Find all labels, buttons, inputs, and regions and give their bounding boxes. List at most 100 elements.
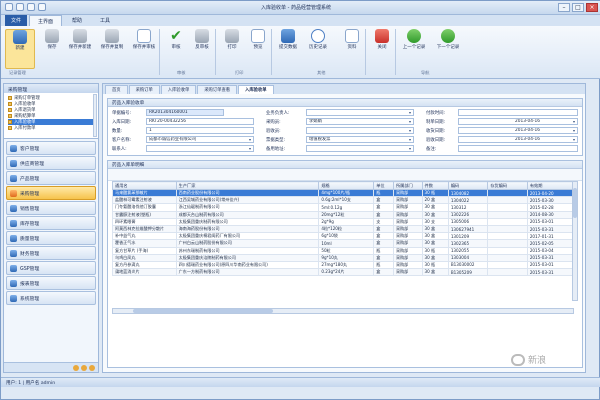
table-cell[interactable]: 30 瓶 bbox=[421, 246, 449, 255]
nav-purchase[interactable]: 采购管理 bbox=[6, 186, 96, 200]
table-cell[interactable]: 盒 bbox=[373, 203, 394, 212]
table-cell[interactable]: 2015-03-01 bbox=[526, 217, 575, 226]
save-and-new-button[interactable]: 保存并新建 bbox=[65, 29, 95, 69]
table-cell[interactable]: 广州白云山制药股份有限公司 bbox=[175, 239, 320, 248]
column-header[interactable]: 单位 bbox=[373, 181, 394, 190]
table-cell[interactable]: 30 瓶 bbox=[421, 188, 449, 198]
buyer-field[interactable]: ▾ bbox=[306, 109, 414, 116]
minimize-button[interactable]: – bbox=[558, 3, 570, 12]
dropdown-arrow-icon[interactable]: ▾ bbox=[407, 146, 413, 151]
table-cell[interactable]: 27mg*180丸 bbox=[318, 260, 375, 270]
table-cell[interactable]: 2015-03-04 bbox=[526, 246, 575, 255]
table-cell[interactable]: 1303004 bbox=[447, 253, 489, 262]
code-field[interactable]: RK201304160001 bbox=[146, 109, 224, 116]
table-cell[interactable]: 4mg*100片/瓶 bbox=[318, 188, 375, 198]
table-cell[interactable]: 成都天台山制药有限公司 bbox=[175, 210, 320, 219]
supplier-field[interactable]: 成都市诚信药业有限公司 ▾ bbox=[146, 136, 254, 143]
dropdown-arrow-icon[interactable]: ▾ bbox=[407, 137, 413, 142]
table-cell[interactable]: 2015-03-31 bbox=[526, 253, 575, 262]
dropdown-arrow-icon[interactable]: ▾ bbox=[407, 110, 413, 115]
table-cell[interactable]: 2013-04-20 bbox=[526, 188, 575, 198]
column-header[interactable]: 规格 bbox=[318, 181, 375, 190]
tab-file[interactable]: 文件 bbox=[5, 15, 28, 26]
table-cell[interactable]: 采购部 bbox=[392, 217, 423, 226]
table-cell[interactable]: 盒 bbox=[373, 224, 394, 234]
table-cell[interactable]: 30 盒 bbox=[421, 268, 449, 277]
table-cell[interactable] bbox=[487, 217, 528, 226]
table-cell[interactable]: 盒 bbox=[373, 232, 394, 241]
save-button[interactable]: 保存 bbox=[37, 29, 67, 69]
table-cell[interactable]: 采购部 bbox=[392, 224, 423, 234]
note-field[interactable] bbox=[458, 145, 578, 152]
table-cell[interactable]: 采购部 bbox=[392, 246, 423, 255]
table-cell[interactable]: 广东一方制药有限公司 bbox=[175, 268, 320, 277]
table-cell[interactable]: 1301209 bbox=[447, 232, 489, 241]
table-cell[interactable]: 10ml bbox=[318, 239, 375, 248]
table-cell[interactable]: 支 bbox=[373, 217, 394, 226]
tree-node[interactable]: 入库付款单 bbox=[8, 125, 94, 131]
table-cell[interactable] bbox=[487, 188, 528, 198]
nav-customer[interactable]: 客户管理 bbox=[6, 141, 96, 155]
grid-vertical-scrollbar[interactable] bbox=[572, 181, 578, 301]
table-cell[interactable]: 30 瓶 bbox=[421, 260, 449, 270]
nav-option-icon[interactable] bbox=[89, 365, 95, 371]
nav-inventory[interactable]: 库存管理 bbox=[6, 216, 96, 230]
table-cell[interactable]: 补中益气丸 bbox=[112, 232, 177, 241]
doc-tab[interactable]: 采购订单查看 bbox=[197, 85, 238, 94]
table-cell[interactable]: 太极集团重庆制药有限公司 bbox=[175, 217, 320, 226]
table-cell[interactable]: 2015-02-05 bbox=[526, 239, 575, 248]
table-cell[interactable]: 盐酸林可霉素注射液 bbox=[112, 196, 177, 205]
table-cell[interactable]: 0.6g:2ml*10支 bbox=[318, 196, 375, 205]
tab-help[interactable]: 帮助 bbox=[64, 15, 90, 26]
dropdown-arrow-icon[interactable]: ▾ bbox=[407, 128, 413, 133]
table-cell[interactable]: 50粒 bbox=[318, 246, 375, 255]
table-cell[interactable]: 2015-03-31 bbox=[526, 224, 575, 234]
nav-system[interactable]: 系统管理 bbox=[6, 291, 96, 305]
table-cell[interactable]: 盒 bbox=[373, 196, 394, 205]
table-cell[interactable]: 复方丹参滴丸 bbox=[112, 260, 177, 270]
table-cell[interactable]: 5ml:0.12g bbox=[318, 203, 375, 212]
table-cell[interactable] bbox=[487, 232, 528, 241]
table-cell[interactable]: 江西吴城药业有限公司(常州佳兴) bbox=[175, 196, 320, 205]
table-cell[interactable]: 瓶 bbox=[373, 260, 394, 270]
table-cell[interactable]: 海南海药股份有限公司 bbox=[175, 224, 320, 234]
table-cell[interactable] bbox=[487, 203, 528, 212]
table-cell[interactable]: B1305209 bbox=[447, 268, 489, 277]
table-cell[interactable]: 藿香正气水 bbox=[112, 239, 177, 248]
table-cell[interactable]: 30 支 bbox=[421, 217, 449, 226]
table-cell[interactable]: 2g*9g bbox=[318, 217, 375, 226]
amount-field[interactable]: 1 bbox=[146, 127, 254, 134]
table-cell[interactable]: 太极集团重庆涪陵制药有限公司 bbox=[175, 253, 320, 262]
check-date-field[interactable]: 2013-04-16 ▾ bbox=[458, 136, 578, 143]
table-cell[interactable]: 30 盒 bbox=[421, 232, 449, 241]
save-icon[interactable] bbox=[16, 3, 24, 11]
dropdown-arrow-icon[interactable]: ▾ bbox=[247, 146, 253, 151]
table-cell[interactable]: 门冬氨酸洛伐他汀胶囊 bbox=[112, 203, 177, 212]
table-cell[interactable]: 30 盒 bbox=[421, 239, 449, 248]
close-button[interactable]: × bbox=[586, 3, 598, 12]
table-cell[interactable]: 2015-03-30 bbox=[526, 196, 575, 205]
table-cell[interactable]: 30 盒 bbox=[421, 210, 449, 219]
nav-quality[interactable]: 质量管理 bbox=[6, 231, 96, 245]
table-cell[interactable]: 浙江仙琚制药有限公司 bbox=[175, 203, 320, 212]
doc-tab[interactable]: 入库验收单 bbox=[160, 85, 197, 94]
table-cell[interactable]: 太极集团重庆桐君阁药厂有限公司 bbox=[175, 232, 320, 241]
table-cell[interactable]: 2014-08-30 bbox=[526, 210, 575, 219]
table-cell[interactable]: 1302226 bbox=[447, 210, 489, 219]
table-cell[interactable]: 复方甘草片 (手海) bbox=[112, 246, 177, 255]
column-header[interactable]: 通用名 bbox=[112, 181, 177, 190]
column-header[interactable]: 存货编码 bbox=[487, 181, 528, 190]
scroll-thumb[interactable] bbox=[573, 188, 577, 218]
table-row[interactable]: 蒲地蓝消炎片 广东一方制药有限公司 0.23g*24片盒采购部 30 盒 B130520… bbox=[112, 268, 575, 277]
table-cell[interactable]: 1302055 bbox=[447, 246, 489, 255]
table-cell[interactable]: 盒 bbox=[373, 210, 394, 219]
table-cell[interactable] bbox=[487, 246, 528, 255]
preview-button[interactable]: 预览 bbox=[243, 29, 273, 69]
table-cell[interactable]: 130312 bbox=[447, 203, 489, 212]
nav-option-icon[interactable] bbox=[73, 365, 79, 371]
checker-field[interactable]: 李娟娟 ▾ bbox=[306, 118, 414, 125]
table-cell[interactable]: 采购部 bbox=[392, 260, 423, 270]
undo-icon[interactable] bbox=[27, 3, 35, 11]
table-cell[interactable]: 1304022 bbox=[447, 196, 489, 205]
table-row[interactable]: 复方丹参滴丸 四川德瑞药业有限公司(原四川华南药业有限公司) 27mg*180丸瓶采… bbox=[112, 260, 575, 270]
